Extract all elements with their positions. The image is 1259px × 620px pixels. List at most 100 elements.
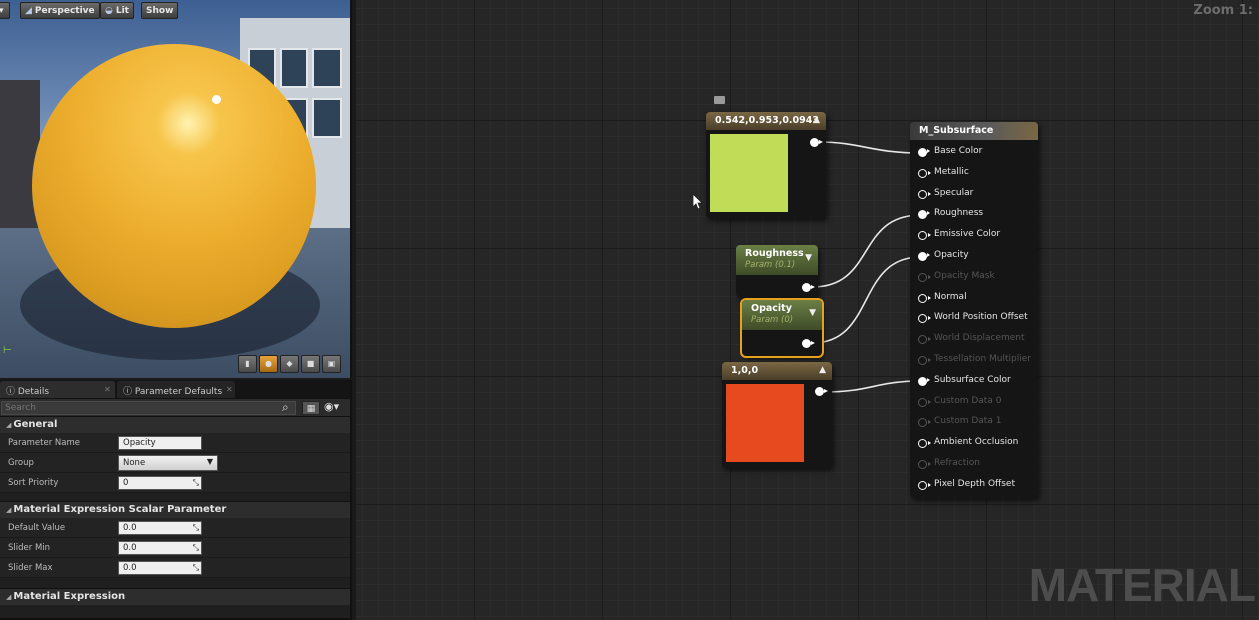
input-pin[interactable]	[918, 231, 931, 241]
cube-icon[interactable]: ■	[301, 355, 320, 373]
node-roughness-param[interactable]: Roughness Param (0.1) ▼	[736, 245, 818, 297]
input-pin[interactable]	[918, 293, 931, 303]
comment-icon[interactable]	[714, 96, 725, 104]
drag-arrows-icon[interactable]: ⤡	[193, 563, 199, 573]
color-swatch	[710, 134, 788, 212]
search-icon[interactable]: ⌕	[282, 400, 289, 415]
view-options-grid-icon[interactable]: ▦	[302, 401, 320, 415]
eye-icon[interactable]: ◉▾	[324, 400, 339, 413]
collapse-arrow-icon[interactable]: ▲	[819, 365, 826, 375]
node-material-result[interactable]: M_Subsurface Base Color Metallic Specular R…	[910, 122, 1038, 498]
parameter-name-field[interactable]: Opacity	[118, 436, 202, 450]
property-row: Slider Max 0.0 ⤡	[0, 558, 350, 578]
result-pin-row[interactable]: Roughness	[918, 205, 1043, 225]
viewport-menu-button[interactable]: ▾	[0, 2, 10, 19]
result-pin-row[interactable]: Specular	[918, 185, 1043, 205]
node-title: 0.542,0.953,0.0943	[715, 115, 819, 126]
output-pin[interactable]	[802, 339, 815, 348]
result-pin-row[interactable]: Emissive Color	[918, 226, 1043, 246]
node-title: Opacity	[751, 303, 792, 314]
result-pin-row[interactable]: Tessellation Multiplier	[918, 351, 1043, 371]
input-pin[interactable]	[918, 314, 931, 324]
chevron-down-icon: ▾	[0, 6, 4, 16]
result-pin-row[interactable]: Ambient Occlusion	[918, 434, 1043, 454]
pin-label: World Displacement	[934, 333, 1025, 344]
lit-button[interactable]: ◒ Lit	[100, 2, 134, 19]
result-pin-row[interactable]: Opacity	[918, 247, 1043, 267]
result-pin-row[interactable]: Normal	[918, 289, 1043, 309]
plane-icon[interactable]: ◆	[280, 355, 299, 373]
property-row: Sort Priority 0 ⤡	[0, 473, 350, 493]
result-pin-row[interactable]: Base Color	[918, 143, 1043, 163]
section-material-expression[interactable]: ◢ Material Expression	[0, 588, 350, 605]
result-pin-row[interactable]: Metallic	[918, 164, 1043, 184]
mesh-icon[interactable]: ▣	[322, 355, 341, 373]
preview-mesh-toolbar: ▮ ● ◆ ■ ▣	[238, 355, 341, 373]
output-pin[interactable]	[815, 387, 828, 396]
tab-details-label: Details	[17, 387, 50, 397]
input-pin[interactable]	[918, 439, 931, 449]
preview-sphere	[32, 44, 316, 328]
search-input[interactable]	[1, 401, 296, 415]
input-pin[interactable]	[918, 168, 931, 178]
slider-min-label: Slider Min	[8, 543, 51, 553]
material-graph-canvas[interactable]: Zoom 1: MATERIAL 0.542,0.953,0.0943 ▲ Ro…	[356, 0, 1259, 620]
input-pin[interactable]	[918, 189, 931, 199]
lit-label: Lit	[115, 5, 129, 16]
default-value-label: Default Value	[8, 523, 66, 533]
result-pin-row[interactable]: Custom Data 1	[918, 413, 1043, 433]
perspective-button[interactable]: ◢ Perspective	[20, 2, 100, 19]
show-label: Show	[146, 5, 174, 16]
slider-max-field[interactable]: 0.0 ⤡	[118, 561, 202, 575]
pin-label: Metallic	[934, 166, 969, 177]
pin-label: Normal	[934, 291, 967, 302]
node-constant-green[interactable]: 0.542,0.953,0.0943 ▲	[706, 112, 826, 218]
sphere-icon[interactable]: ●	[259, 355, 278, 373]
result-pin-row[interactable]: Subsurface Color	[918, 372, 1043, 392]
axis-gizmo: ⊢	[3, 345, 12, 356]
result-pin-row[interactable]: Pixel Depth Offset	[918, 476, 1043, 496]
sort-priority-field[interactable]: 0 ⤡	[118, 476, 202, 490]
input-pin[interactable]	[918, 148, 930, 157]
close-icon[interactable]: ✕	[104, 385, 111, 394]
pin-label: World Position Offset	[934, 312, 1028, 323]
input-pin[interactable]	[918, 480, 931, 490]
drag-arrows-icon[interactable]: ⤡	[193, 478, 199, 488]
pin-label: Tessellation Multiplier	[934, 354, 1031, 364]
pin-label: Refraction	[934, 458, 980, 468]
input-pin[interactable]	[918, 252, 930, 261]
node-opacity-param[interactable]: Opacity Param (0) ▼	[740, 298, 824, 358]
wire-roughness	[811, 214, 922, 288]
show-button[interactable]: Show	[141, 2, 179, 19]
result-pin-row[interactable]: Opacity Mask	[918, 268, 1043, 288]
collapse-arrow-icon[interactable]: ▼	[809, 308, 816, 318]
result-pin-row[interactable]: World Position Offset	[918, 309, 1043, 329]
property-row: Parameter Name Opacity	[0, 433, 350, 453]
section-scalar-parameter[interactable]: ◢ Material Expression Scalar Parameter	[0, 501, 350, 518]
node-constant-red[interactable]: 1,0,0 ▲	[722, 362, 832, 468]
result-pin-row[interactable]: World Displacement	[918, 330, 1043, 350]
slider-min-field[interactable]: 0.0 ⤡	[118, 541, 202, 555]
result-pin-row[interactable]: Refraction	[918, 455, 1043, 475]
input-pin[interactable]	[918, 376, 930, 386]
close-icon[interactable]: ✕	[226, 385, 233, 394]
tab-details[interactable]: ⓘ Details	[0, 381, 115, 398]
drag-arrows-icon[interactable]: ⤡	[193, 523, 199, 533]
input-pin[interactable]	[918, 210, 930, 220]
drag-arrows-icon[interactable]: ⤡	[193, 543, 199, 553]
material-preview-viewport[interactable]: ▾ ◢ Perspective ◒ Lit Show ⊢ ▮ ● ◆ ■ ▣	[0, 0, 352, 378]
cylinder-icon[interactable]: ▮	[238, 355, 257, 373]
output-pin[interactable]	[802, 283, 815, 292]
default-value-field[interactable]: 0.0 ⤡	[118, 521, 202, 535]
section-general[interactable]: ◢ General	[0, 416, 350, 433]
group-dropdown[interactable]: None ▼	[118, 455, 218, 471]
wire-subsurface-color	[823, 380, 922, 393]
tab-parameter-defaults[interactable]: ⓘ Parameter Defaults	[117, 381, 235, 398]
pin-label: Base Color	[934, 146, 983, 156]
property-row: Group None ▼	[0, 453, 350, 473]
result-pin-row[interactable]: Custom Data 0	[918, 393, 1043, 413]
pin-label: Roughness	[934, 208, 984, 219]
output-pin[interactable]	[810, 138, 823, 147]
collapse-arrow-icon[interactable]: ▲	[813, 115, 820, 125]
collapse-arrow-icon[interactable]: ▼	[805, 253, 812, 263]
